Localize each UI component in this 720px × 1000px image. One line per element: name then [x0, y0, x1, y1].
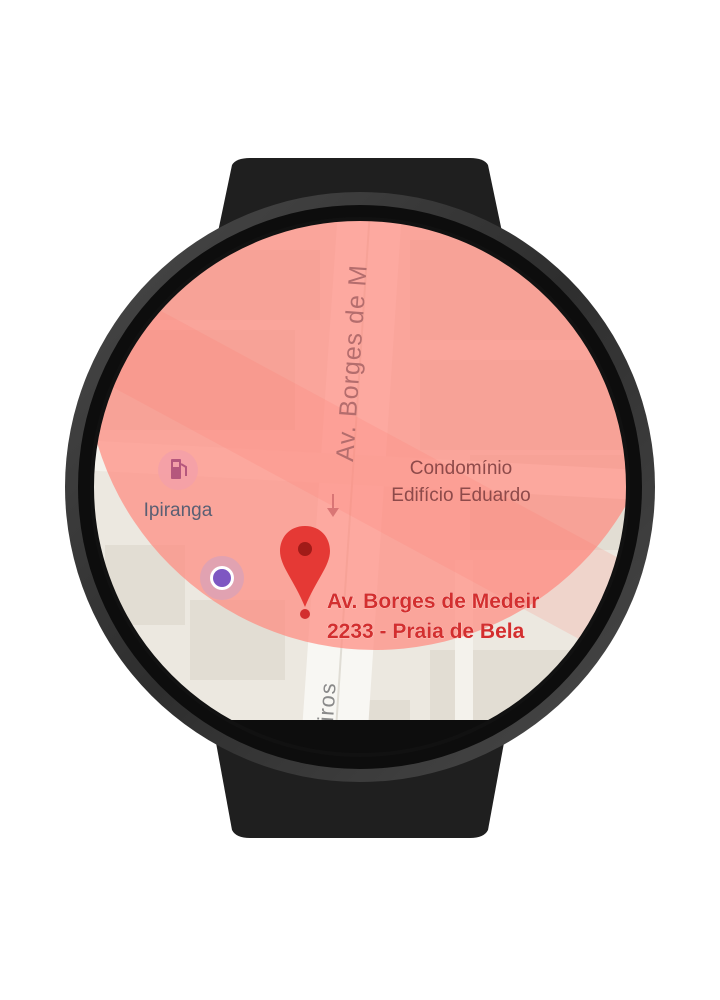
- watch-illustration: Av. Borges de M iros Condomínio Edifício…: [65, 158, 655, 838]
- watch-mockup: Av. Borges de M iros Condomínio Edifício…: [0, 0, 720, 1000]
- poi-label-ipiranga: Ipiranga: [144, 500, 213, 521]
- gas-station-icon[interactable]: [158, 450, 198, 490]
- street-label-bottom: iros: [313, 681, 341, 722]
- pin-address-line1: Av. Borges de Medeir: [327, 590, 539, 613]
- poi-label-edificio: Edifício Eduardo: [391, 485, 530, 506]
- pin-address-line2: 2233 - Praia de Bela: [327, 620, 525, 643]
- my-location-icon[interactable]: [200, 556, 244, 600]
- poi-label-condominio: Condomínio: [410, 458, 512, 479]
